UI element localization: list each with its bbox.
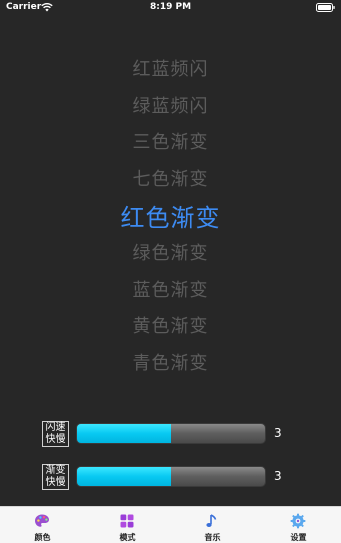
- tab-color[interactable]: 颜色: [0, 507, 85, 543]
- picker-item[interactable]: 青色渐变: [0, 346, 341, 382]
- fade-speed-label-line2: 快慢: [45, 477, 66, 488]
- picker-item[interactable]: 蓝色渐变: [0, 273, 341, 309]
- battery-icon: [316, 3, 335, 12]
- tab-label: 颜色: [34, 533, 51, 542]
- flash-speed-slider[interactable]: [76, 423, 266, 444]
- picker-item[interactable]: 三色渐变: [0, 125, 341, 161]
- picker-item[interactable]: 绿蓝频闪: [0, 89, 341, 125]
- palette-icon: [35, 514, 49, 527]
- flash-speed-slider-fill: [77, 424, 171, 443]
- fade-speed-value: 3: [274, 469, 282, 483]
- picker-item[interactable]: 黄色渐变: [0, 309, 341, 345]
- flash-speed-label: 闪速 快慢: [42, 421, 69, 447]
- fade-speed-row: 渐变 快慢 3: [0, 464, 341, 490]
- mode-picker[interactable]: 红蓝频闪 绿蓝频闪 三色渐变 七色渐变 红色渐变 绿色渐变 蓝色渐变 黄色渐变 …: [0, 52, 341, 382]
- gear-icon: [290, 513, 306, 529]
- picker-item[interactable]: 七色渐变: [0, 162, 341, 198]
- fade-speed-label: 渐变 快慢: [42, 464, 69, 490]
- tab-label: 设置: [290, 533, 307, 542]
- picker-item-selected[interactable]: 红色渐变: [0, 200, 341, 236]
- flash-speed-label-line1: 闪速: [45, 422, 66, 433]
- flash-speed-value: 3: [274, 426, 282, 440]
- clock: 8:19 PM: [149, 2, 192, 12]
- tab-settings[interactable]: 设置: [256, 507, 341, 543]
- fade-speed-slider-fill: [77, 467, 171, 486]
- tab-mode[interactable]: 模式: [85, 507, 170, 543]
- status-bar: Carrier 8:19 PM: [0, 0, 341, 16]
- tab-bar: 颜色 模式 音乐 设置: [0, 506, 341, 543]
- grid-icon: [120, 514, 134, 528]
- tab-label: 模式: [119, 533, 136, 542]
- flash-speed-label-line2: 快慢: [45, 434, 66, 445]
- picker-item[interactable]: 绿色渐变: [0, 236, 341, 272]
- flash-speed-row: 闪速 快慢 3: [0, 421, 341, 447]
- tab-music[interactable]: 音乐: [170, 507, 255, 543]
- fade-speed-label-line1: 渐变: [45, 465, 66, 476]
- tab-label: 音乐: [204, 533, 221, 542]
- fade-speed-slider[interactable]: [76, 466, 266, 487]
- picker-item[interactable]: 红蓝频闪: [0, 52, 341, 88]
- music-note-icon: [206, 514, 217, 527]
